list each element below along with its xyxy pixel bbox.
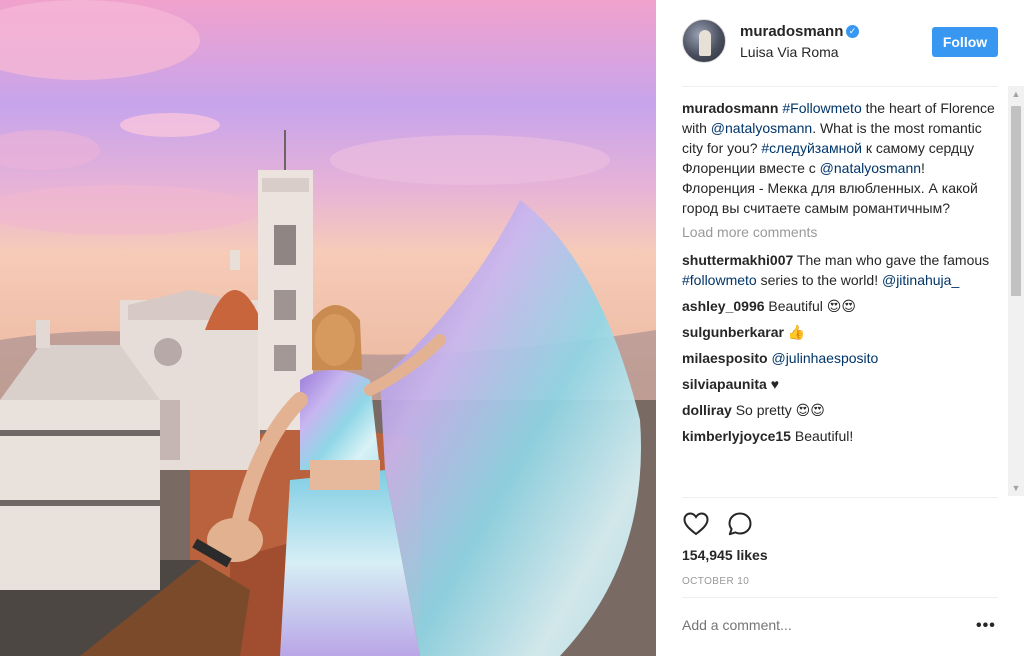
comment-text: The man who gave the famous	[796, 252, 990, 268]
photo-illustration	[0, 0, 656, 656]
comment-button[interactable]	[726, 510, 754, 538]
comment-item: shuttermakhi007 The man who gave the fam…	[682, 250, 1000, 290]
add-comment-divider	[682, 597, 998, 598]
comment-mention[interactable]: @jitinahuja_	[882, 272, 959, 288]
post-username[interactable]: muradosmann	[740, 23, 843, 40]
comments-list: muradosmann #Followmeto the heart of Flo…	[682, 98, 1000, 496]
comments-divider	[682, 497, 998, 498]
caption-tag-followmeto[interactable]: #Followmeto	[782, 100, 861, 116]
comment-username[interactable]: silviapaunita	[682, 376, 767, 392]
comment-text: ♥	[770, 376, 780, 392]
header-divider	[682, 86, 998, 87]
heart-icon	[683, 512, 709, 536]
comment-text: 👍	[787, 324, 806, 340]
load-more-comments-link[interactable]: Load more comments	[682, 222, 1000, 242]
follow-button[interactable]: Follow	[932, 27, 998, 57]
caption-username[interactable]: muradosmann	[682, 100, 778, 116]
post-date: OCTOBER 10	[682, 576, 750, 587]
comment-username[interactable]: dolliray	[682, 402, 732, 418]
scrollbar-thumb[interactable]	[1011, 106, 1021, 296]
post-caption: muradosmann #Followmeto the heart of Flo…	[682, 98, 1000, 218]
post-header: muradosmann ✓ Luisa Via Roma Follow	[656, 0, 1024, 86]
caption-tag-russian[interactable]: #следуйзамной	[761, 140, 862, 156]
comment-text: Beautiful 😍😍	[768, 298, 856, 314]
comment-text: Beautiful!	[794, 428, 854, 444]
verified-badge-icon: ✓	[846, 25, 859, 38]
comment-username[interactable]: ashley_0996	[682, 298, 765, 314]
comment-item: sulgunberkarar 👍	[682, 322, 1000, 342]
comment-mention[interactable]: @julinhaesposito	[771, 350, 878, 366]
post-photo[interactable]	[0, 0, 656, 656]
comment-item: ashley_0996 Beautiful 😍😍	[682, 296, 1000, 316]
add-comment-input[interactable]	[682, 617, 952, 633]
comment-item: kimberlyjoyce15 Beautiful!	[682, 426, 1000, 446]
post-location[interactable]: Luisa Via Roma	[740, 44, 839, 60]
comment-username[interactable]: sulgunberkarar	[682, 324, 784, 340]
comments-scrollbar[interactable]: ▲ ▼	[1008, 86, 1024, 496]
comment-item: milaesposito @julinhaesposito	[682, 348, 1000, 368]
more-options-icon[interactable]: •••	[976, 617, 996, 635]
comment-username[interactable]: kimberlyjoyce15	[682, 428, 791, 444]
like-button[interactable]	[682, 510, 710, 538]
comment-text: series to the world!	[756, 272, 882, 288]
likes-count[interactable]: 154,945 likes	[682, 547, 768, 563]
comment-item: dolliray So pretty 😍😍	[682, 400, 1000, 420]
comment-bubble-icon	[728, 512, 752, 536]
caption-mention-natalyosmann[interactable]: @natalyosmann	[711, 120, 812, 136]
comment-username[interactable]: milaesposito	[682, 350, 768, 366]
comment-item: silviapaunita ♥	[682, 374, 1000, 394]
post-side-panel: muradosmann ✓ Luisa Via Roma Follow mura…	[656, 0, 1024, 656]
scroll-up-arrow-icon[interactable]: ▲	[1008, 86, 1024, 102]
comment-text: So pretty 😍😍	[735, 402, 825, 418]
avatar[interactable]	[682, 19, 726, 63]
comment-username[interactable]: shuttermakhi007	[682, 252, 793, 268]
caption-mention-natalyosmann[interactable]: @natalyosmann	[820, 160, 921, 176]
scroll-down-arrow-icon[interactable]: ▼	[1008, 480, 1024, 496]
comment-tag[interactable]: #followmeto	[682, 272, 757, 288]
